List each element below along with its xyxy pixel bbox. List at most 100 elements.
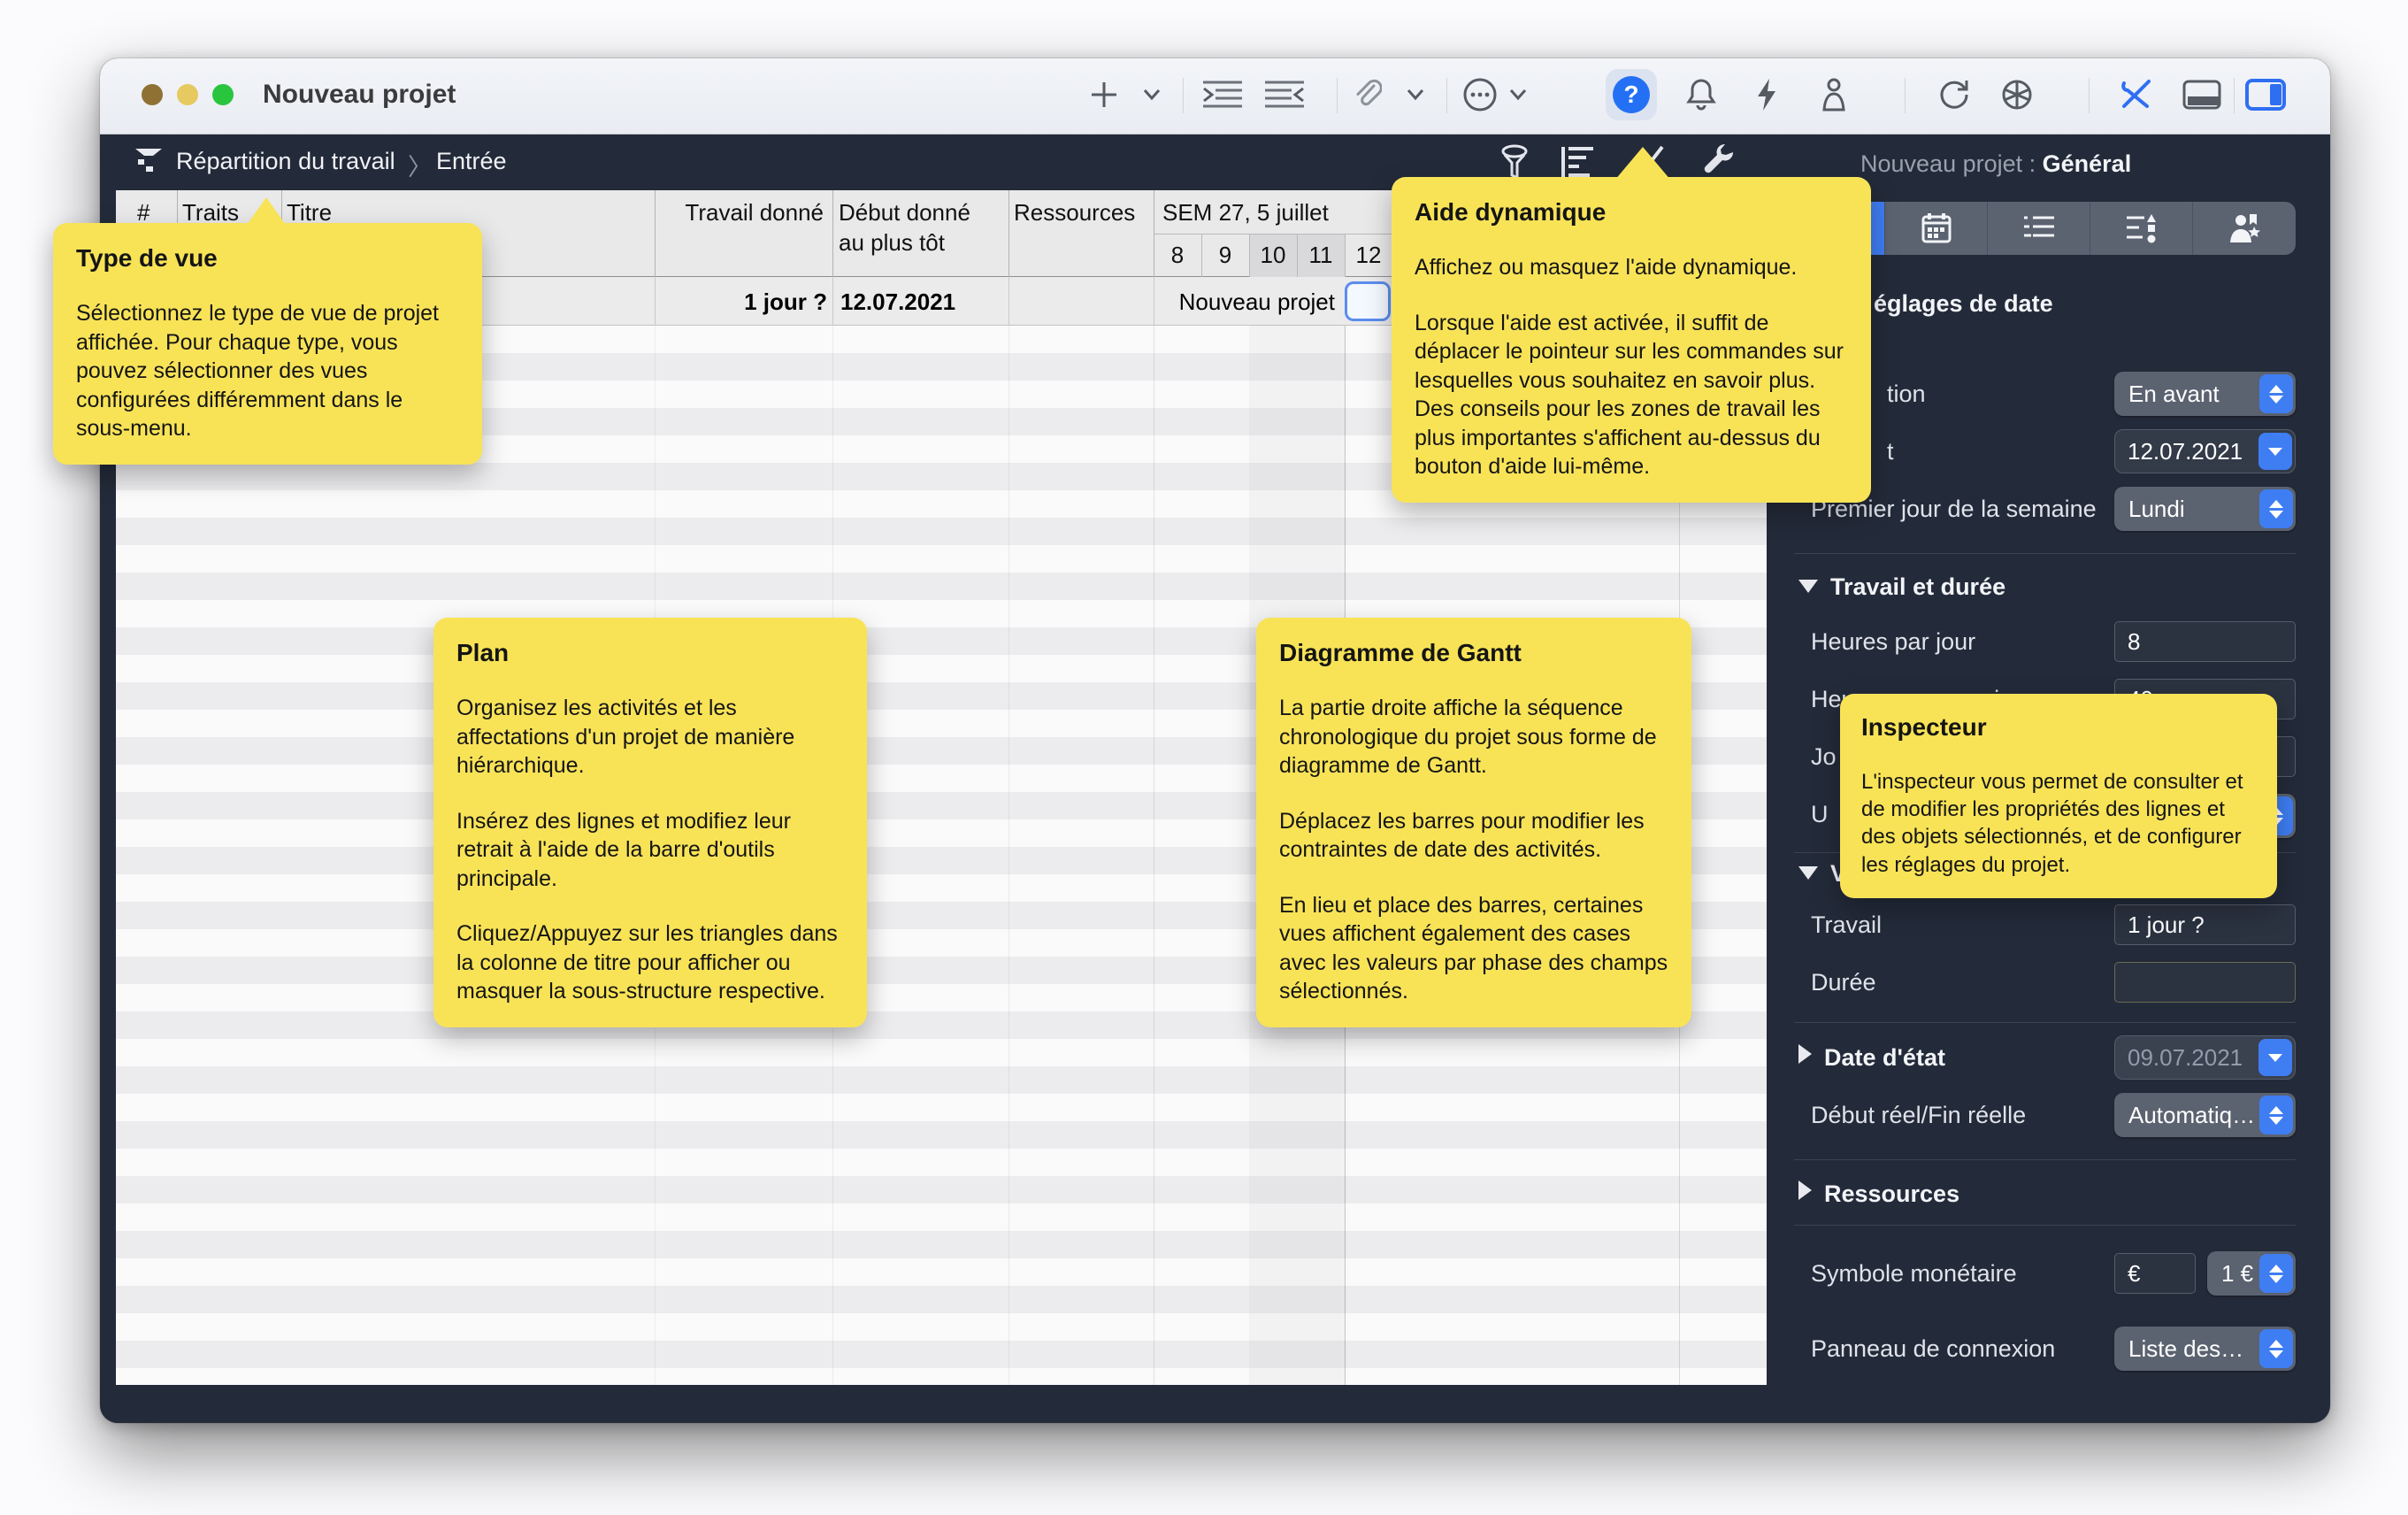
- bolt-icon[interactable]: [1747, 67, 1786, 122]
- tooltip-text: Organisez les activités et les affectati…: [456, 694, 844, 781]
- window-title: Nouveau projet: [263, 80, 456, 110]
- status-date-value: 09.07.2021: [2128, 1044, 2243, 1072]
- work-label: Travail: [1811, 911, 1882, 939]
- hours-per-day-value: 8: [2128, 628, 2140, 656]
- start-date-control[interactable]: 12.07.2021: [2114, 429, 2296, 473]
- chevron-down-icon[interactable]: [1505, 67, 1531, 122]
- tooltip-title: Type de vue: [76, 244, 459, 273]
- toolbar-divider: [2089, 78, 2090, 113]
- resource-tab-icon[interactable]: [2193, 202, 2296, 255]
- breadcrumb-page[interactable]: Entrée: [436, 148, 507, 175]
- chevron-down-icon[interactable]: [2258, 433, 2292, 470]
- stepper-icon[interactable]: [2259, 1254, 2293, 1293]
- attach-icon[interactable]: [1347, 67, 1386, 122]
- debut-label: t: [1887, 438, 1894, 465]
- section-resources[interactable]: Ressources: [1798, 1180, 1959, 1208]
- outdent-icon[interactable]: [1259, 67, 1310, 122]
- inspector-title: Nouveau projet : Général: [1860, 150, 2131, 178]
- stepper-icon[interactable]: [2259, 374, 2293, 413]
- tooltip-text: Sélectionnez le type de vue de projet af…: [76, 299, 459, 443]
- direction-value: En avant: [2128, 381, 2220, 408]
- column-header-ressources[interactable]: Ressources: [1014, 199, 1135, 227]
- work-field[interactable]: 1 jour ?: [2114, 904, 2296, 945]
- tooltip-text: Déplacez les barres pour modifier les co…: [1279, 807, 1668, 865]
- timeline-day: 8: [1154, 242, 1201, 269]
- indent-icon[interactable]: [1197, 67, 1248, 122]
- chevron-down-icon[interactable]: [1137, 67, 1167, 122]
- currency-unit-stepper[interactable]: 1 €: [2207, 1251, 2296, 1296]
- login-panel-popup[interactable]: Liste des…: [2114, 1327, 2296, 1371]
- tooltip-text: Affichez ou masquez l'aide dynamique.: [1415, 253, 1848, 282]
- network-icon[interactable]: [1995, 67, 2039, 122]
- breadcrumb-view[interactable]: Répartition du travail: [176, 148, 395, 175]
- tooltip-title: Aide dynamique: [1415, 198, 1848, 227]
- close-window-button[interactable]: [142, 84, 163, 105]
- divider: [1794, 1225, 2296, 1226]
- fields-tab-icon[interactable]: [2090, 202, 2193, 255]
- stepper-icon[interactable]: [2259, 1096, 2293, 1134]
- tooltip-title: Diagramme de Gantt: [1279, 639, 1668, 667]
- person-icon[interactable]: [1813, 67, 1855, 122]
- add-icon[interactable]: [1084, 67, 1124, 122]
- calendar-tab-icon[interactable]: [1885, 202, 1988, 255]
- direction-label: tion: [1887, 381, 1926, 408]
- tooltip-text: Lorsque l'aide est activée, il suffit de…: [1415, 309, 1848, 481]
- divider: [1794, 1022, 2296, 1023]
- hours-per-day-field[interactable]: 8: [2114, 621, 2296, 662]
- currency-symbol-field[interactable]: €: [2114, 1253, 2196, 1294]
- titlebar: Nouveau projet ?: [100, 58, 2330, 135]
- toolbar-divider: [2234, 78, 2235, 113]
- project-work-value[interactable]: 1 jour ?: [655, 288, 827, 316]
- minimize-window-button[interactable]: [177, 84, 198, 105]
- chevron-down-icon[interactable]: [2258, 1039, 2292, 1076]
- duration-field[interactable]: [2114, 962, 2296, 1003]
- section-date-settings: églages de date: [1874, 290, 2053, 318]
- unit-label: U: [1811, 801, 1829, 828]
- disclosure-triangle-icon[interactable]: [1798, 1044, 1812, 1064]
- column-gridline: [1008, 326, 1009, 1385]
- breadcrumb-separator-icon: 〉: [408, 148, 432, 182]
- tooltip-plan: Plan Organisez les activités et les affe…: [433, 618, 867, 1027]
- stepper-icon[interactable]: [2259, 1329, 2293, 1368]
- inspector-title-section: Général: [2043, 150, 2132, 177]
- chevron-down-icon[interactable]: [1400, 67, 1430, 122]
- timeline-week-header[interactable]: SEM 27, 5 juillet: [1162, 199, 1329, 227]
- disclosure-triangle-icon[interactable]: [1798, 866, 1818, 880]
- tooltip-diagramme-de-gantt: Diagramme de Gantt La partie droite affi…: [1256, 618, 1691, 1027]
- tooltip-text: L'inspecteur vous permet de consulter et…: [1861, 768, 2256, 879]
- duration-label: Durée: [1811, 969, 1876, 996]
- zoom-window-button[interactable]: [212, 84, 234, 105]
- tooltip-text: Insérez des lignes et modifiez leur retr…: [456, 807, 844, 894]
- first-day-value: Lundi: [2128, 496, 2185, 523]
- currency-unit-value: 1 €: [2221, 1260, 2253, 1288]
- panel-right-icon[interactable]: [2241, 67, 2290, 122]
- list-tab-icon[interactable]: [1988, 202, 2090, 255]
- sync-icon[interactable]: [1931, 67, 1975, 122]
- more-icon[interactable]: [1459, 67, 1501, 122]
- column-header-travail[interactable]: Travail donné: [655, 199, 824, 227]
- tooltip-text: En lieu et place des barres, certaines v…: [1279, 891, 1668, 1006]
- days-per-month-label: Jo: [1811, 743, 1837, 771]
- status-date-control[interactable]: 09.07.2021: [2114, 1035, 2296, 1080]
- toolbar-divider: [1183, 78, 1184, 113]
- disclosure-triangle-icon[interactable]: [1798, 1180, 1812, 1200]
- panel-bottom-icon[interactable]: [2179, 67, 2225, 122]
- hours-per-day-label: Heures par jour: [1811, 628, 1975, 656]
- bell-icon[interactable]: [1680, 67, 1722, 122]
- tooltip-aide-dynamique: Aide dynamique Affichez ou masquez l'aid…: [1392, 177, 1871, 503]
- section-status-date[interactable]: Date d'état: [1798, 1044, 1945, 1072]
- view-type-icon[interactable]: [134, 147, 163, 178]
- tools-icon[interactable]: [2113, 67, 2158, 122]
- help-icon[interactable]: ?: [1606, 69, 1657, 120]
- currency-symbol-value: €: [2128, 1260, 2140, 1288]
- disclosure-triangle-icon[interactable]: [1798, 580, 1818, 593]
- actual-start-popup[interactable]: Automatiq…: [2114, 1093, 2296, 1137]
- column-header-debut-l1[interactable]: Début donné: [839, 199, 970, 227]
- direction-popup[interactable]: En avant: [2114, 372, 2296, 416]
- gantt-project-bar[interactable]: [1345, 281, 1391, 321]
- stepper-icon[interactable]: [2259, 489, 2293, 528]
- project-start-value[interactable]: 12.07.2021: [840, 288, 955, 316]
- section-work-duration[interactable]: Travail et durée: [1798, 573, 2005, 601]
- first-day-popup[interactable]: Lundi: [2114, 487, 2296, 531]
- toolbar-divider: [1905, 78, 1906, 113]
